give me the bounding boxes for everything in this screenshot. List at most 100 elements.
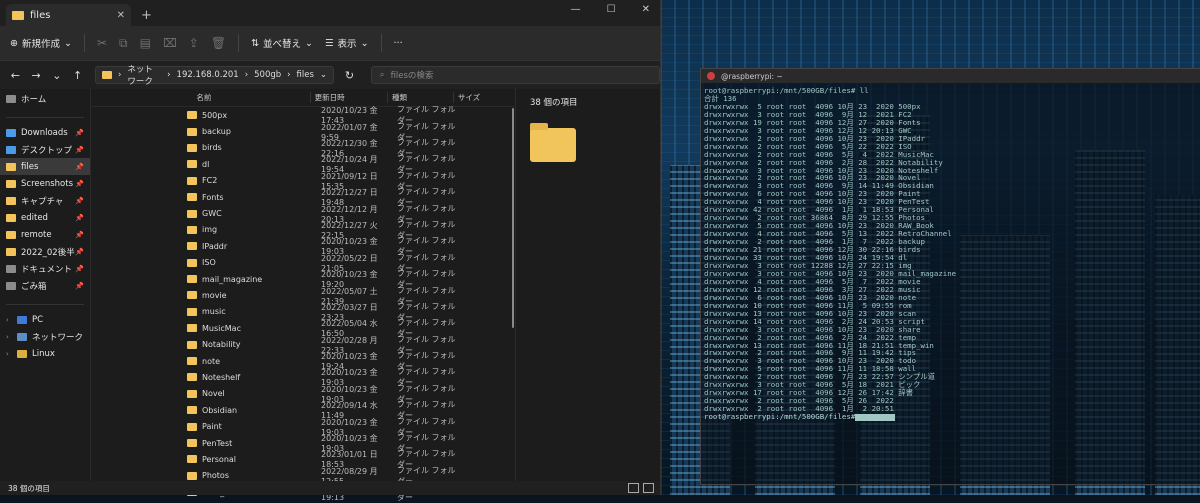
file-name: GWC <box>202 209 222 219</box>
copy-icon[interactable]: ⧉ <box>119 36 128 51</box>
terminal-output[interactable]: root@raspberrypi:/mnt/500GB/files# ll 合計 … <box>701 83 1200 421</box>
maximize-icon[interactable]: ☐ <box>607 4 616 15</box>
sidebar-item[interactable]: › PC <box>0 311 90 328</box>
share-icon[interactable]: ⇪ <box>189 36 199 50</box>
sidebar-item[interactable]: files 📌 <box>0 158 90 175</box>
file-name: Photos <box>202 471 229 481</box>
folder-icon <box>187 225 197 234</box>
folder-icon <box>187 193 197 202</box>
folder-icon <box>187 307 197 316</box>
status-text: 38 個の項目 <box>8 483 50 493</box>
back-icon[interactable]: ← <box>8 69 23 82</box>
folder-icon <box>187 160 197 169</box>
sidebar-item-label: Downloads <box>21 127 68 138</box>
folder-icon <box>530 123 576 162</box>
desktop-icon <box>6 145 16 154</box>
up-icon[interactable]: ↑ <box>70 69 85 82</box>
sidebar-item[interactable]: remote 📌 <box>0 226 90 243</box>
divider <box>238 34 240 52</box>
file-rows: 500px 2020/10/23 金 17:43 ファイル フォルダー backup 2… <box>91 105 515 502</box>
forward-icon[interactable]: → <box>29 69 44 82</box>
expand-icon[interactable]: › <box>6 333 12 341</box>
divider <box>83 34 85 52</box>
sidebar-item[interactable]: › ネットワーク <box>0 328 90 345</box>
content-area: ホーム Downloads 📌 デスクトップ 📌 files 📌 Screenshots 📌 キャ… <box>0 88 660 502</box>
recent-locations-icon[interactable]: ⌄ <box>50 69 65 82</box>
file-name: Fonts <box>202 192 224 202</box>
folder-icon <box>187 389 197 398</box>
file-name: birds <box>202 143 222 153</box>
breadcrumb-item[interactable]: ネットワーク <box>127 63 161 87</box>
cut-icon[interactable]: ✂ <box>97 36 107 50</box>
sidebar-item[interactable]: Screenshots 📌 <box>0 175 90 192</box>
column-name[interactable]: 名前 <box>182 91 311 103</box>
file-name: backup <box>202 127 231 137</box>
sidebar-item-label: PC <box>32 314 44 325</box>
folder-icon <box>6 179 16 188</box>
breadcrumb-item[interactable]: files <box>297 70 314 80</box>
sidebar-item[interactable]: edited 📌 <box>0 209 90 226</box>
sidebar-item[interactable]: ホーム <box>0 90 90 107</box>
sidebar-item[interactable]: キャプチャ 📌 <box>0 192 90 209</box>
expand-icon[interactable]: › <box>6 350 12 358</box>
more-options-icon[interactable]: ··· <box>394 38 403 49</box>
sidebar-item[interactable]: 2022_02後半 📌 <box>0 243 90 260</box>
sort-button[interactable]: ⇅ 並べ替え ⌄ <box>251 36 313 51</box>
sidebar-item-label: ホーム <box>21 94 47 105</box>
breadcrumb-separator: › <box>287 70 291 80</box>
breadcrumb-item[interactable]: 500gb <box>254 70 281 80</box>
sort-label: 並べ替え <box>263 39 302 50</box>
breadcrumb-item[interactable]: 192.168.0.201 <box>177 70 239 80</box>
column-size[interactable]: サイズ <box>454 92 515 103</box>
paste-icon[interactable]: ▤ <box>140 36 151 50</box>
chevron-down-icon: ⌄ <box>360 37 369 49</box>
pc-icon <box>17 315 27 324</box>
details-pane: 38 個の項目 <box>515 88 660 481</box>
refresh-icon[interactable]: ↻ <box>342 69 357 82</box>
terminal-icon <box>707 72 715 80</box>
delete-icon[interactable]: 🗑 <box>211 36 226 50</box>
terminal-title: @raspberrypi: ~ <box>721 71 783 81</box>
sort-icon: ⇅ <box>251 37 260 49</box>
close-tab-icon[interactable]: ✕ <box>117 10 125 21</box>
breadcrumb-separator: › <box>118 70 122 80</box>
column-date[interactable]: 更新日時 <box>311 91 388 103</box>
terminal-prompt: root@raspberrypi:/mnt/500GB/files# <box>704 412 856 422</box>
sidebar-item-label: ネットワーク <box>32 332 84 343</box>
chevron-down-icon[interactable]: ⌄ <box>320 70 327 80</box>
breadcrumb-separator: › <box>167 70 171 80</box>
sidebar-item[interactable]: デスクトップ 📌 <box>0 141 90 158</box>
close-icon[interactable]: ✕ <box>642 4 650 15</box>
address-bar[interactable]: › ネットワーク › 192.168.0.201 › 500gb › files… <box>95 63 335 87</box>
folder-icon <box>187 406 197 415</box>
tab-files[interactable]: files ✕ <box>6 4 131 26</box>
pin-icon: 📌 <box>75 247 84 256</box>
scrollbar-thumb[interactable] <box>512 108 514 328</box>
file-name: ISO <box>202 258 216 268</box>
view-button[interactable]: ☰ 表示 ⌄ <box>325 36 369 51</box>
sidebar-item[interactable]: ごみ箱 📌 <box>0 277 90 294</box>
file-name: note <box>202 356 221 366</box>
rename-icon[interactable]: ⌧ <box>163 36 177 50</box>
minimize-icon[interactable]: — <box>571 4 581 15</box>
sidebar-item[interactable]: › Linux <box>0 345 90 362</box>
new-tab-button[interactable]: + <box>141 8 152 23</box>
tiles-view-icon[interactable] <box>643 483 654 493</box>
folder-icon <box>187 143 197 152</box>
sidebar-item[interactable]: Downloads 📌 <box>0 124 90 141</box>
expand-icon[interactable]: › <box>6 316 12 324</box>
sidebar-item-label: files <box>21 161 39 172</box>
search-icon: ⌕ <box>379 70 385 80</box>
folder-icon <box>6 247 16 256</box>
file-name: movie <box>202 290 227 300</box>
new-button[interactable]: ⊕ 新規作成 ⌄ <box>10 36 72 51</box>
file-name: MusicMac <box>202 323 241 333</box>
folder-icon <box>187 291 197 300</box>
download-icon <box>6 128 16 137</box>
sidebar-item[interactable]: ドキュメント 📌 <box>0 260 90 277</box>
details-view-icon[interactable] <box>628 483 639 493</box>
search-box[interactable]: ⌕ filesの検索 <box>370 66 660 84</box>
scrollbar[interactable] <box>509 88 515 481</box>
file-name: music <box>202 307 226 317</box>
column-type[interactable]: 種類 <box>388 91 454 103</box>
